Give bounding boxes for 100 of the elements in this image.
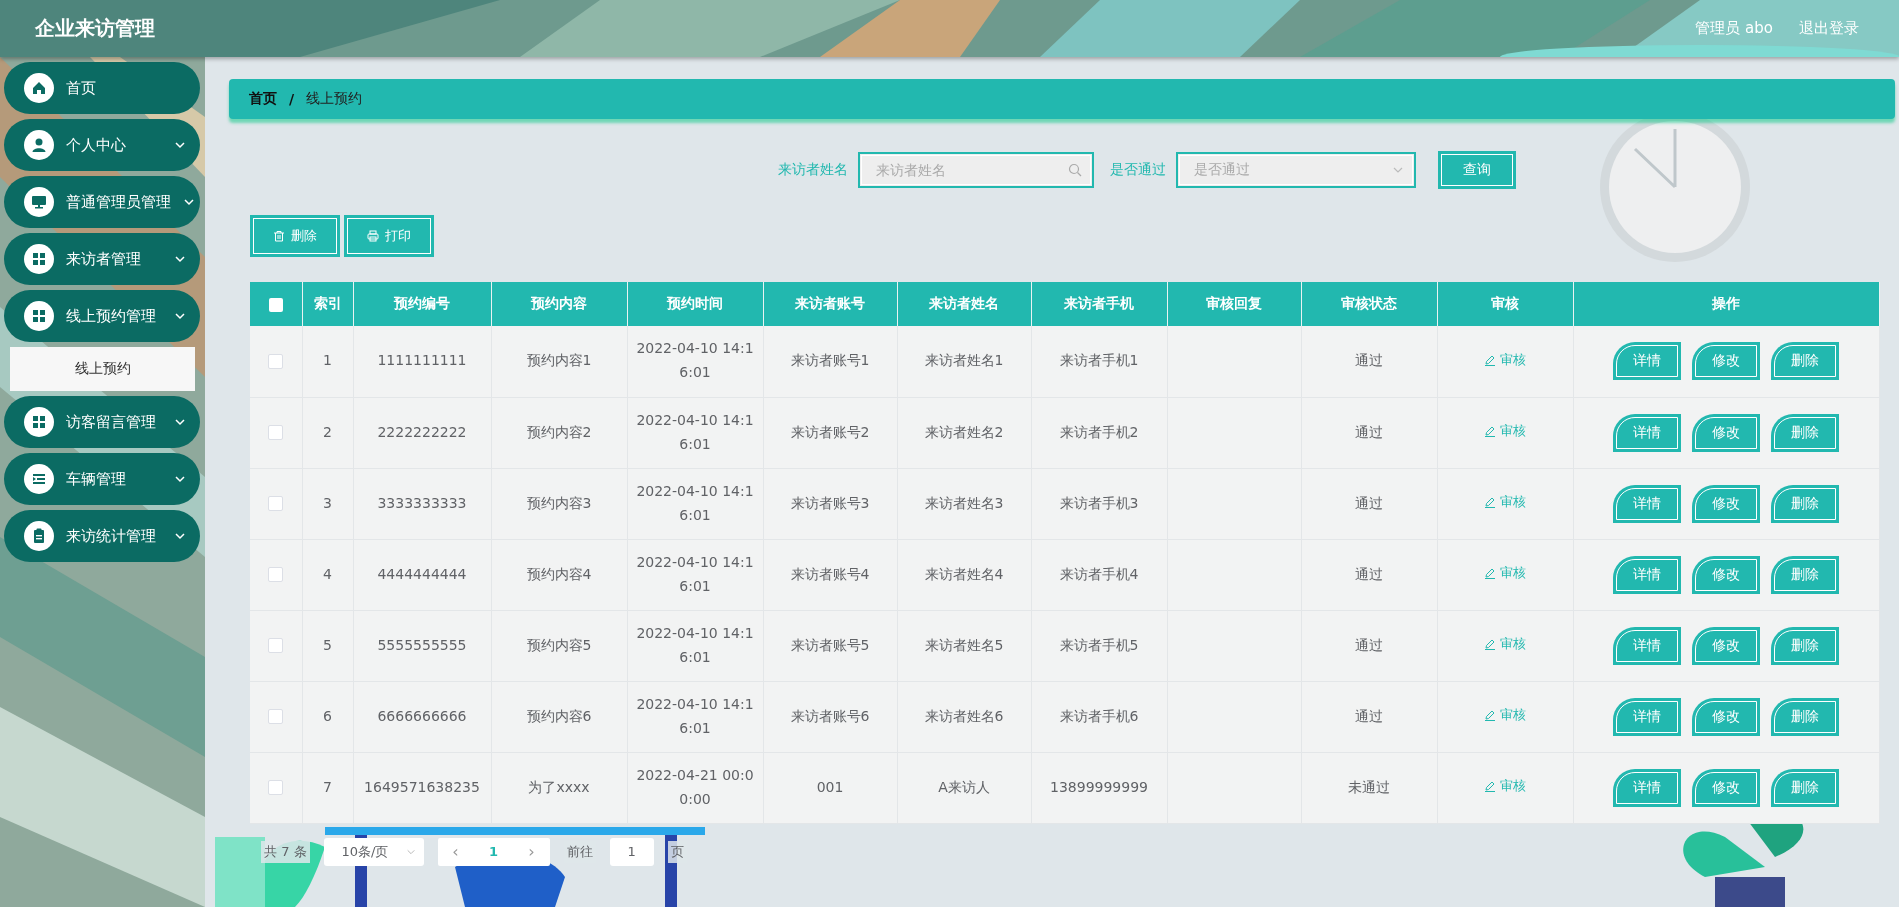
pencil-icon	[1484, 353, 1496, 366]
row-checkbox[interactable]	[268, 780, 284, 796]
delete-button[interactable]: 删除	[1771, 768, 1839, 807]
column-header: 索引	[302, 282, 353, 326]
table-cell: 通过	[1301, 326, 1437, 397]
table-cell: 来访者姓名1	[897, 326, 1031, 397]
table-cell: 来访者账号1	[763, 326, 897, 397]
edit-button[interactable]: 修改	[1692, 626, 1760, 665]
detail-button[interactable]: 详情	[1613, 626, 1681, 665]
table-cell: 3	[302, 468, 353, 539]
input-field[interactable]: 来访者姓名	[858, 152, 1094, 188]
review-link[interactable]: 审核	[1484, 633, 1526, 656]
table-cell: 通过	[1301, 468, 1437, 539]
pencil-icon	[1484, 496, 1496, 509]
delete-button[interactable]: 删除	[1771, 697, 1839, 736]
table-cell: 来访者手机6	[1031, 681, 1167, 752]
edit-button[interactable]: 修改	[1692, 342, 1760, 381]
table-cell: 2222222222	[353, 397, 491, 468]
table-cell: 预约内容5	[491, 610, 627, 681]
table-cell: 13899999999	[1031, 752, 1167, 823]
table-cell: 2	[302, 397, 353, 468]
detail-button[interactable]: 详情	[1613, 413, 1681, 452]
table-cell: 通过	[1301, 610, 1437, 681]
table-cell: 1649571638235	[353, 752, 491, 823]
edit-button[interactable]: 修改	[1692, 768, 1760, 807]
row-checkbox[interactable]	[268, 709, 284, 725]
edit-button[interactable]: 修改	[1692, 555, 1760, 594]
review-link[interactable]: 审核	[1484, 420, 1526, 443]
column-header: 审核	[1437, 282, 1573, 326]
table-cell: 为了xxxx	[491, 752, 627, 823]
table-cell: 3333333333	[353, 468, 491, 539]
printer-icon	[367, 230, 379, 242]
edit-button[interactable]: 修改	[1692, 697, 1760, 736]
review-link[interactable]: 审核	[1484, 562, 1526, 585]
delete-button[interactable]: 删除	[1771, 413, 1839, 452]
table-cell: 通过	[1301, 539, 1437, 610]
table-cell: 来访者账号5	[763, 610, 897, 681]
search-icon	[1068, 163, 1082, 177]
detail-button[interactable]: 详情	[1613, 768, 1681, 807]
query-button[interactable]: 查询	[1438, 151, 1516, 189]
detail-button[interactable]: 详情	[1613, 484, 1681, 523]
pencil-icon	[1484, 780, 1496, 793]
select-all-checkbox[interactable]	[268, 298, 283, 312]
table-cell: A来访人	[897, 752, 1031, 823]
breadcrumb-item[interactable]: 首页	[249, 90, 277, 108]
table-cell: 001	[763, 752, 897, 823]
table-cell: 来访者姓名6	[897, 681, 1031, 752]
table-cell: 来访者手机5	[1031, 610, 1167, 681]
table-cell: 2022-04-10 14:16:01	[627, 681, 763, 752]
row-checkbox[interactable]	[268, 567, 284, 583]
delete-button[interactable]: 删除	[250, 215, 340, 257]
table-cell: 2022-04-10 14:16:01	[627, 397, 763, 468]
edit-button[interactable]: 修改	[1692, 484, 1760, 523]
select-field[interactable]: 是否通过	[1176, 152, 1416, 188]
table-cell: 未通过	[1301, 752, 1437, 823]
column-header: 来访者账号	[763, 282, 897, 326]
detail-button[interactable]: 详情	[1613, 342, 1681, 381]
review-link[interactable]: 审核	[1484, 348, 1526, 371]
pencil-icon	[1484, 567, 1496, 580]
table-cell: 6666666666	[353, 681, 491, 752]
table-cell: 来访者姓名5	[897, 610, 1031, 681]
edit-button[interactable]: 修改	[1692, 413, 1760, 452]
table-cell: 2022-04-10 14:16:01	[627, 326, 763, 397]
row-checkbox[interactable]	[268, 353, 284, 369]
column-header: 预约编号	[353, 282, 491, 326]
table-cell: 来访者手机3	[1031, 468, 1167, 539]
detail-button[interactable]: 详情	[1613, 697, 1681, 736]
table-cell: 来访者账号2	[763, 397, 897, 468]
table-cell: 预约内容4	[491, 539, 627, 610]
table-cell: 预约内容2	[491, 397, 627, 468]
delete-button[interactable]: 删除	[1771, 626, 1839, 665]
prev-page-button[interactable]: ‹	[437, 842, 474, 861]
table-cell: 7	[302, 752, 353, 823]
table-cell: 来访者姓名4	[897, 539, 1031, 610]
detail-button[interactable]: 详情	[1613, 555, 1681, 594]
field-label: 来访者姓名	[778, 161, 848, 179]
delete-button[interactable]: 删除	[1771, 555, 1839, 594]
table-cell: 5555555555	[353, 610, 491, 681]
review-link[interactable]: 审核	[1484, 775, 1526, 798]
column-header: 审核状态	[1301, 282, 1437, 326]
delete-button[interactable]: 删除	[1771, 342, 1839, 381]
table-cell: 通过	[1301, 681, 1437, 752]
table-cell: 预约内容1	[491, 326, 627, 397]
row-checkbox[interactable]	[268, 638, 284, 654]
next-page-button[interactable]: ›	[513, 842, 550, 861]
pencil-icon	[1484, 709, 1496, 722]
table-cell: 来访者姓名3	[897, 468, 1031, 539]
review-link[interactable]: 审核	[1484, 491, 1526, 514]
row-checkbox[interactable]	[268, 496, 284, 512]
page-number[interactable]: 1	[473, 844, 514, 859]
table-cell: 来访者手机1	[1031, 326, 1167, 397]
page-size-select[interactable]: 10条/页	[323, 837, 424, 866]
print-button[interactable]: 打印	[344, 215, 434, 257]
table-cell: 2022-04-10 14:16:01	[627, 539, 763, 610]
row-checkbox[interactable]	[268, 425, 284, 441]
table-cell: 5	[302, 610, 353, 681]
total-count: 共 7 条	[261, 840, 310, 863]
delete-button[interactable]: 删除	[1771, 484, 1839, 523]
table-cell: 2022-04-10 14:16:01	[627, 610, 763, 681]
review-link[interactable]: 审核	[1484, 704, 1526, 727]
